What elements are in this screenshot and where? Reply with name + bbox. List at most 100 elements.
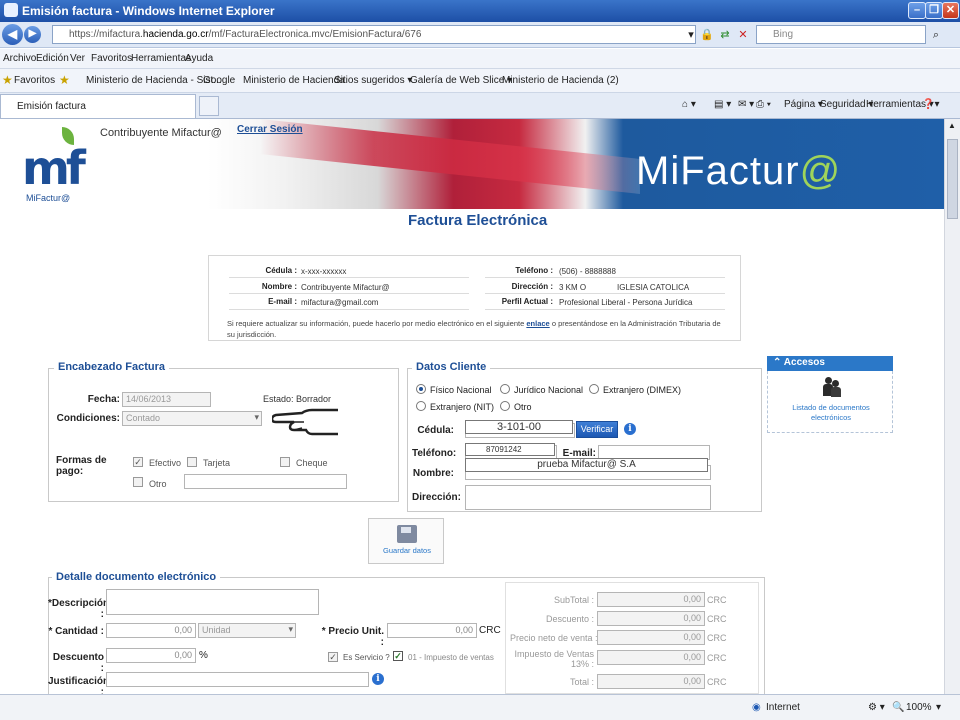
scroll-thumb[interactable]	[947, 139, 958, 219]
menu-ayuda[interactable]: Ayuda	[185, 53, 213, 64]
descripcion-textarea[interactable]	[106, 589, 319, 615]
nombre-label: Nombre:	[412, 468, 454, 479]
stop-icon[interactable]: ✕	[736, 28, 750, 42]
cantidad-input[interactable]: 0,00	[106, 623, 196, 638]
users-icon[interactable]	[823, 377, 841, 397]
guardar-datos-button[interactable]: Guardar datos	[368, 518, 444, 564]
favorite-link-hacienda-2[interactable]: Ministerio de Hacienda (2)	[502, 75, 619, 86]
favorite-link-hacienda[interactable]: Ministerio de Hacienda	[243, 75, 345, 86]
zoom-level[interactable]: 100%	[906, 702, 932, 713]
divider	[229, 277, 469, 278]
page-menu[interactable]: Página ▾	[784, 99, 823, 110]
precio-neto-currency: CRC	[707, 633, 727, 643]
tab-title: Emisión factura	[17, 101, 86, 112]
extranjero-dimex-label: Extranjero (DIMEX)	[603, 385, 682, 395]
scroll-up-icon[interactable]: ▲	[948, 121, 956, 130]
add-favorite-icon[interactable]: ★	[59, 73, 70, 87]
mail-icon[interactable]: ✉ ▾	[738, 99, 754, 110]
favorites-button[interactable]: Favoritos	[14, 75, 55, 86]
es-servicio-checkbox[interactable]: ✓	[328, 652, 338, 662]
home-icon[interactable]: ⌂ ▾	[682, 99, 696, 110]
menu-herramientas[interactable]: Herramientas	[131, 53, 191, 64]
close-window-button[interactable]: ✕	[942, 2, 959, 19]
logout-link[interactable]: Cerrar Sesión	[237, 124, 303, 135]
window-title-bar[interactable]: Emisión factura - Windows Internet Explo…	[0, 0, 960, 22]
forward-button[interactable]: ▶	[24, 26, 41, 43]
favorite-link-google[interactable]: Google	[203, 75, 235, 86]
taxpayer-info-box: Cédula : x-xxx-xxxxxx Nombre : Contribuy…	[208, 255, 741, 341]
extranjero-nit-radio[interactable]	[416, 401, 426, 411]
precio-unit-label: * Precio Unit. :	[321, 626, 384, 648]
unidad-select[interactable]: Unidad	[198, 623, 296, 638]
info-telefono-label: Teléfono :	[515, 266, 553, 275]
back-button[interactable]: ◀	[2, 24, 23, 45]
divider	[229, 293, 469, 294]
efectivo-checkbox[interactable]: ✓	[133, 457, 143, 467]
telefono-overlay-value: 87091242	[465, 443, 555, 456]
zoom-dropdown-icon[interactable]: ▾	[936, 702, 941, 713]
menu-favoritos[interactable]: Favoritos	[91, 53, 132, 64]
fisico-nacional-radio[interactable]	[416, 384, 426, 394]
update-info-link[interactable]: enlace	[526, 319, 549, 328]
direccion-textarea[interactable]	[465, 485, 711, 510]
verificar-button[interactable]: Verificar	[576, 421, 618, 438]
feeds-icon[interactable]: ▤ ▾	[714, 99, 731, 110]
info-email-label: E-mail :	[268, 297, 297, 306]
favorite-link-web-slice[interactable]: Galería de Web Slice ▾	[410, 75, 512, 86]
total-value: 0,00	[597, 674, 705, 689]
subtotal-currency: CRC	[707, 595, 727, 605]
condiciones-select[interactable]: Contado	[122, 411, 262, 426]
info-direccion-value: 3 KM O	[559, 283, 587, 292]
descripcion-label: *Descripción :	[48, 598, 110, 620]
star-icon: ★	[2, 73, 13, 87]
listado-documentos-link[interactable]: Listado de documentos electrónicos	[778, 403, 884, 423]
info-cedula-value: x-xxx-xxxxxx	[301, 267, 347, 276]
justificacion-info-icon[interactable]: i	[372, 673, 384, 685]
flag-stripe-decoration	[260, 119, 640, 194]
fecha-input[interactable]: 14/06/2013	[122, 392, 211, 407]
compat-view-icon[interactable]: ⇄	[718, 28, 732, 42]
estado-value: Borrador	[296, 394, 332, 404]
descuento-input[interactable]: 0,00	[106, 648, 196, 663]
direccion-label: Dirección:	[412, 492, 461, 503]
menu-edicion[interactable]: Edición	[36, 53, 69, 64]
minimize-button[interactable]: –	[908, 2, 926, 19]
nombre-overlay-value: prueba Mifactur@ S.A	[465, 458, 708, 472]
subtotal-value: 0,00	[597, 592, 705, 607]
address-dropdown-icon[interactable]: ▾	[684, 28, 698, 42]
hand-pointer-icon	[272, 408, 338, 436]
favorite-link-hacienda-sist[interactable]: Ministerio de Hacienda - Sist...	[86, 75, 222, 86]
otro-pago-input[interactable]	[184, 474, 347, 489]
otro-cliente-radio[interactable]	[500, 401, 510, 411]
new-tab-button[interactable]	[199, 96, 219, 116]
impuesto-ventas-checkbox[interactable]: ✓	[393, 651, 403, 661]
help-icon[interactable]: ❓▾	[922, 99, 939, 110]
justificacion-input[interactable]	[106, 672, 369, 687]
tarjeta-checkbox[interactable]	[187, 457, 197, 467]
juridico-nacional-radio[interactable]	[500, 384, 510, 394]
tab-emision-factura[interactable]: Emisión factura	[0, 94, 196, 118]
otro-pago-checkbox[interactable]	[133, 477, 143, 487]
address-input[interactable]: https://mifactura.hacienda.go.cr/mf/Fact…	[52, 25, 696, 44]
menu-archivo[interactable]: Archivo	[3, 53, 36, 64]
search-icon[interactable]: ⌕	[929, 28, 943, 42]
restore-button[interactable]: ❐	[925, 2, 943, 19]
vertical-scrollbar[interactable]: ▲	[944, 119, 960, 694]
lock-icon[interactable]: 🔒	[700, 28, 714, 42]
info-icon[interactable]: i	[624, 423, 636, 435]
protected-mode-icon[interactable]: ⚙ ▾	[868, 702, 885, 713]
search-input[interactable]: Bing	[756, 25, 926, 44]
precio-currency: CRC	[479, 625, 501, 636]
precio-unit-input[interactable]: 0,00	[387, 623, 477, 638]
print-icon[interactable]: ⎙ ▾	[756, 99, 771, 110]
extranjero-dimex-radio[interactable]	[589, 384, 599, 394]
brand-at: @	[799, 149, 842, 193]
status-bar: ◉ Internet ⚙ ▾ 🔍 100% ▾	[0, 694, 960, 720]
favorite-link-sitios-sugeridos[interactable]: Sitios sugeridos ▾	[334, 75, 412, 86]
cheque-checkbox[interactable]	[280, 457, 290, 467]
mifactura-logo: mf MiFactur@	[22, 127, 86, 205]
url-domain: hacienda.go.cr	[142, 29, 209, 40]
info-perfil-value: Profesional Liberal - Persona Jurídica	[559, 298, 693, 307]
es-servicio-label: Es Servicio ?	[343, 653, 390, 662]
menu-ver[interactable]: Ver	[70, 53, 85, 64]
